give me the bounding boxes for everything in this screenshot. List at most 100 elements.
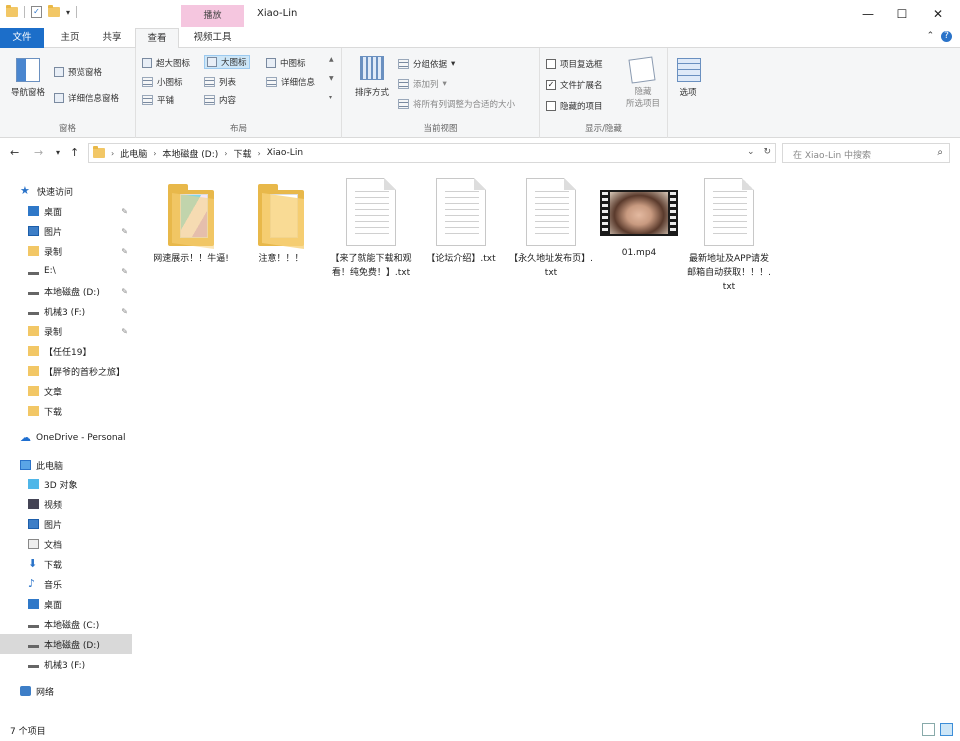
pin-icon[interactable]: ✎	[121, 247, 128, 256]
search-input[interactable]: 在 Xiao-Lin 中搜索	[793, 148, 871, 161]
address-bar[interactable]: › 此电脑 › 本地磁盘 (D:) › 下载 › Xiao-Lin ⌄ ↻	[88, 143, 776, 163]
options-icon[interactable]	[677, 58, 701, 82]
breadcrumb-local-disk-d[interactable]: 本地磁盘 (D:)	[162, 147, 218, 160]
layout-scroll-up-icon[interactable]: ▲	[329, 56, 334, 63]
pin-icon[interactable]: ✎	[121, 267, 128, 276]
file-item[interactable]: 【论坛介绍】.txt	[418, 178, 504, 266]
sidebar-item[interactable]: 录制 ✎	[0, 241, 132, 261]
sidebar-item[interactable]: 桌面	[0, 594, 132, 614]
breadcrumb-this-pc[interactable]: 此电脑	[120, 147, 147, 160]
search-icon[interactable]: ⌕	[937, 147, 943, 158]
sidebar-item[interactable]: 桌面 ✎	[0, 201, 132, 221]
large-icons-view-button[interactable]	[940, 723, 953, 736]
pin-icon[interactable]: ✎	[121, 287, 128, 296]
options-button[interactable]: 选项	[668, 86, 708, 98]
sidebar-item[interactable]: 图片	[0, 514, 132, 534]
add-columns-button[interactable]: 添加列 ▾	[398, 78, 447, 90]
file-item[interactable]: 01.mp4	[596, 178, 682, 260]
file-item[interactable]: 【来了就能下载和观看！纯免费！】.txt	[328, 178, 414, 280]
breadcrumb-separator-icon[interactable]: ›	[258, 149, 261, 158]
layout-list[interactable]: 列表	[204, 76, 236, 88]
layout-content[interactable]: 内容	[204, 94, 236, 106]
forward-button[interactable]: →	[34, 146, 43, 159]
sidebar-item[interactable]: 文档	[0, 534, 132, 554]
minimize-button[interactable]: —	[858, 4, 878, 24]
up-button[interactable]: ↑	[70, 146, 79, 159]
sidebar-item[interactable]: ♪ 音乐	[0, 574, 132, 594]
sidebar-item[interactable]: 录制 ✎	[0, 321, 132, 341]
sidebar-item[interactable]: 本地磁盘 (D:) ✎	[0, 281, 132, 301]
customize-dropdown-icon[interactable]: ▾	[66, 8, 70, 17]
properties-icon[interactable]: ✓	[31, 6, 42, 18]
checkbox-checked[interactable]: ✓	[546, 80, 556, 90]
sidebar-item[interactable]: ★ 快速访问	[0, 181, 132, 201]
help-icon[interactable]: ?	[941, 31, 952, 42]
item-checkboxes-toggle[interactable]: 项目复选框	[546, 58, 603, 70]
sort-by-button[interactable]: 排序方式	[348, 86, 396, 98]
pin-icon[interactable]: ✎	[121, 327, 128, 336]
checkbox[interactable]	[546, 59, 556, 69]
tab-home[interactable]: 主页	[50, 28, 90, 48]
sidebar-item[interactable]: E:\ ✎	[0, 261, 132, 281]
group-by-button[interactable]: 分组依据 ▾	[398, 58, 455, 70]
sidebar-item[interactable]: ⬇ 下载	[0, 554, 132, 574]
hide-selected-button[interactable]: 隐藏 所选项目	[620, 86, 666, 110]
sidebar-item[interactable]: 机械3 (F:)	[0, 654, 132, 674]
file-extensions-toggle[interactable]: ✓ 文件扩展名	[546, 79, 603, 91]
file-item[interactable]: 注意！！！	[238, 178, 324, 266]
tab-view[interactable]: 查看	[135, 28, 179, 49]
refresh-icon[interactable]: ↻	[763, 147, 771, 157]
sidebar-item[interactable]: 3D 对象	[0, 474, 132, 494]
breadcrumb-xiao-lin[interactable]: Xiao-Lin	[267, 148, 303, 158]
tab-file[interactable]: 文件	[0, 28, 44, 48]
sidebar-item[interactable]: 文章	[0, 381, 132, 401]
sidebar-item[interactable]: 【胖爷的首秒之旅】	[0, 361, 132, 381]
layout-scroll-down-icon[interactable]: ▼	[329, 75, 334, 82]
layout-large-icons[interactable]: 大图标	[204, 55, 250, 69]
checkbox[interactable]	[546, 101, 556, 111]
search-box[interactable]: 在 Xiao-Lin 中搜索 ⌕	[782, 143, 950, 163]
sidebar-item[interactable]: ☁ OneDrive - Personal	[0, 428, 132, 448]
layout-extra-large-icons[interactable]: 超大图标	[142, 57, 190, 69]
breadcrumb-downloads[interactable]: 下载	[233, 147, 251, 160]
maximize-button[interactable]: ☐	[892, 4, 912, 24]
layout-expand-icon[interactable]: ▾	[329, 94, 332, 101]
breadcrumb-separator-icon[interactable]: ›	[224, 149, 227, 158]
collapse-ribbon-icon[interactable]: ⌃	[927, 31, 935, 41]
recent-locations-button[interactable]: ▾	[56, 148, 60, 157]
breadcrumb-separator-icon[interactable]: ›	[111, 149, 114, 158]
sort-by-icon[interactable]	[360, 56, 384, 80]
sidebar-item[interactable]: 下载	[0, 401, 132, 421]
tab-share[interactable]: 共享	[92, 28, 132, 48]
hide-selected-icon[interactable]	[628, 56, 656, 84]
sidebar-item[interactable]: 图片 ✎	[0, 221, 132, 241]
navigation-pane-icon[interactable]	[16, 58, 40, 82]
details-view-button[interactable]	[922, 723, 935, 736]
sidebar-item[interactable]: 视频	[0, 494, 132, 514]
chevron-down-icon[interactable]: ⌄	[747, 147, 755, 157]
new-folder-icon[interactable]	[48, 5, 60, 17]
hidden-items-toggle[interactable]: 隐藏的项目	[546, 100, 603, 112]
back-button[interactable]: ←	[10, 146, 19, 159]
sidebar-item[interactable]: 【任任19】	[0, 341, 132, 361]
pin-icon[interactable]: ✎	[121, 207, 128, 216]
file-item[interactable]: 【永久地址发布页】.txt	[508, 178, 594, 280]
pin-icon[interactable]: ✎	[121, 307, 128, 316]
layout-details[interactable]: 详细信息	[266, 76, 315, 88]
layout-tiles[interactable]: 平铺	[142, 94, 174, 106]
sidebar-item[interactable]: 网络	[0, 681, 132, 701]
file-item[interactable]: 网速展示！！牛逼!	[148, 178, 234, 266]
navigation-pane-button[interactable]: 导航窗格	[4, 86, 52, 98]
sidebar-item[interactable]: 本地磁盘 (C:)	[0, 614, 132, 634]
layout-small-icons[interactable]: 小图标	[142, 76, 183, 88]
sidebar-item[interactable]: 机械3 (F:) ✎	[0, 301, 132, 321]
close-button[interactable]: ✕	[928, 4, 948, 24]
details-pane-button[interactable]: 详细信息窗格	[54, 92, 119, 104]
context-tab-play[interactable]: 播放	[181, 5, 244, 27]
layout-medium-icons[interactable]: 中图标	[266, 57, 306, 69]
tab-video-tools[interactable]: 视频工具	[181, 28, 244, 48]
preview-pane-button[interactable]: 预览窗格	[54, 66, 102, 78]
breadcrumb-separator-icon[interactable]: ›	[153, 149, 156, 158]
fit-columns-button[interactable]: 将所有列调整为合适的大小	[398, 98, 515, 110]
file-item[interactable]: 最新地址及APP请发邮箱自动获取！！！.txt	[686, 178, 772, 294]
